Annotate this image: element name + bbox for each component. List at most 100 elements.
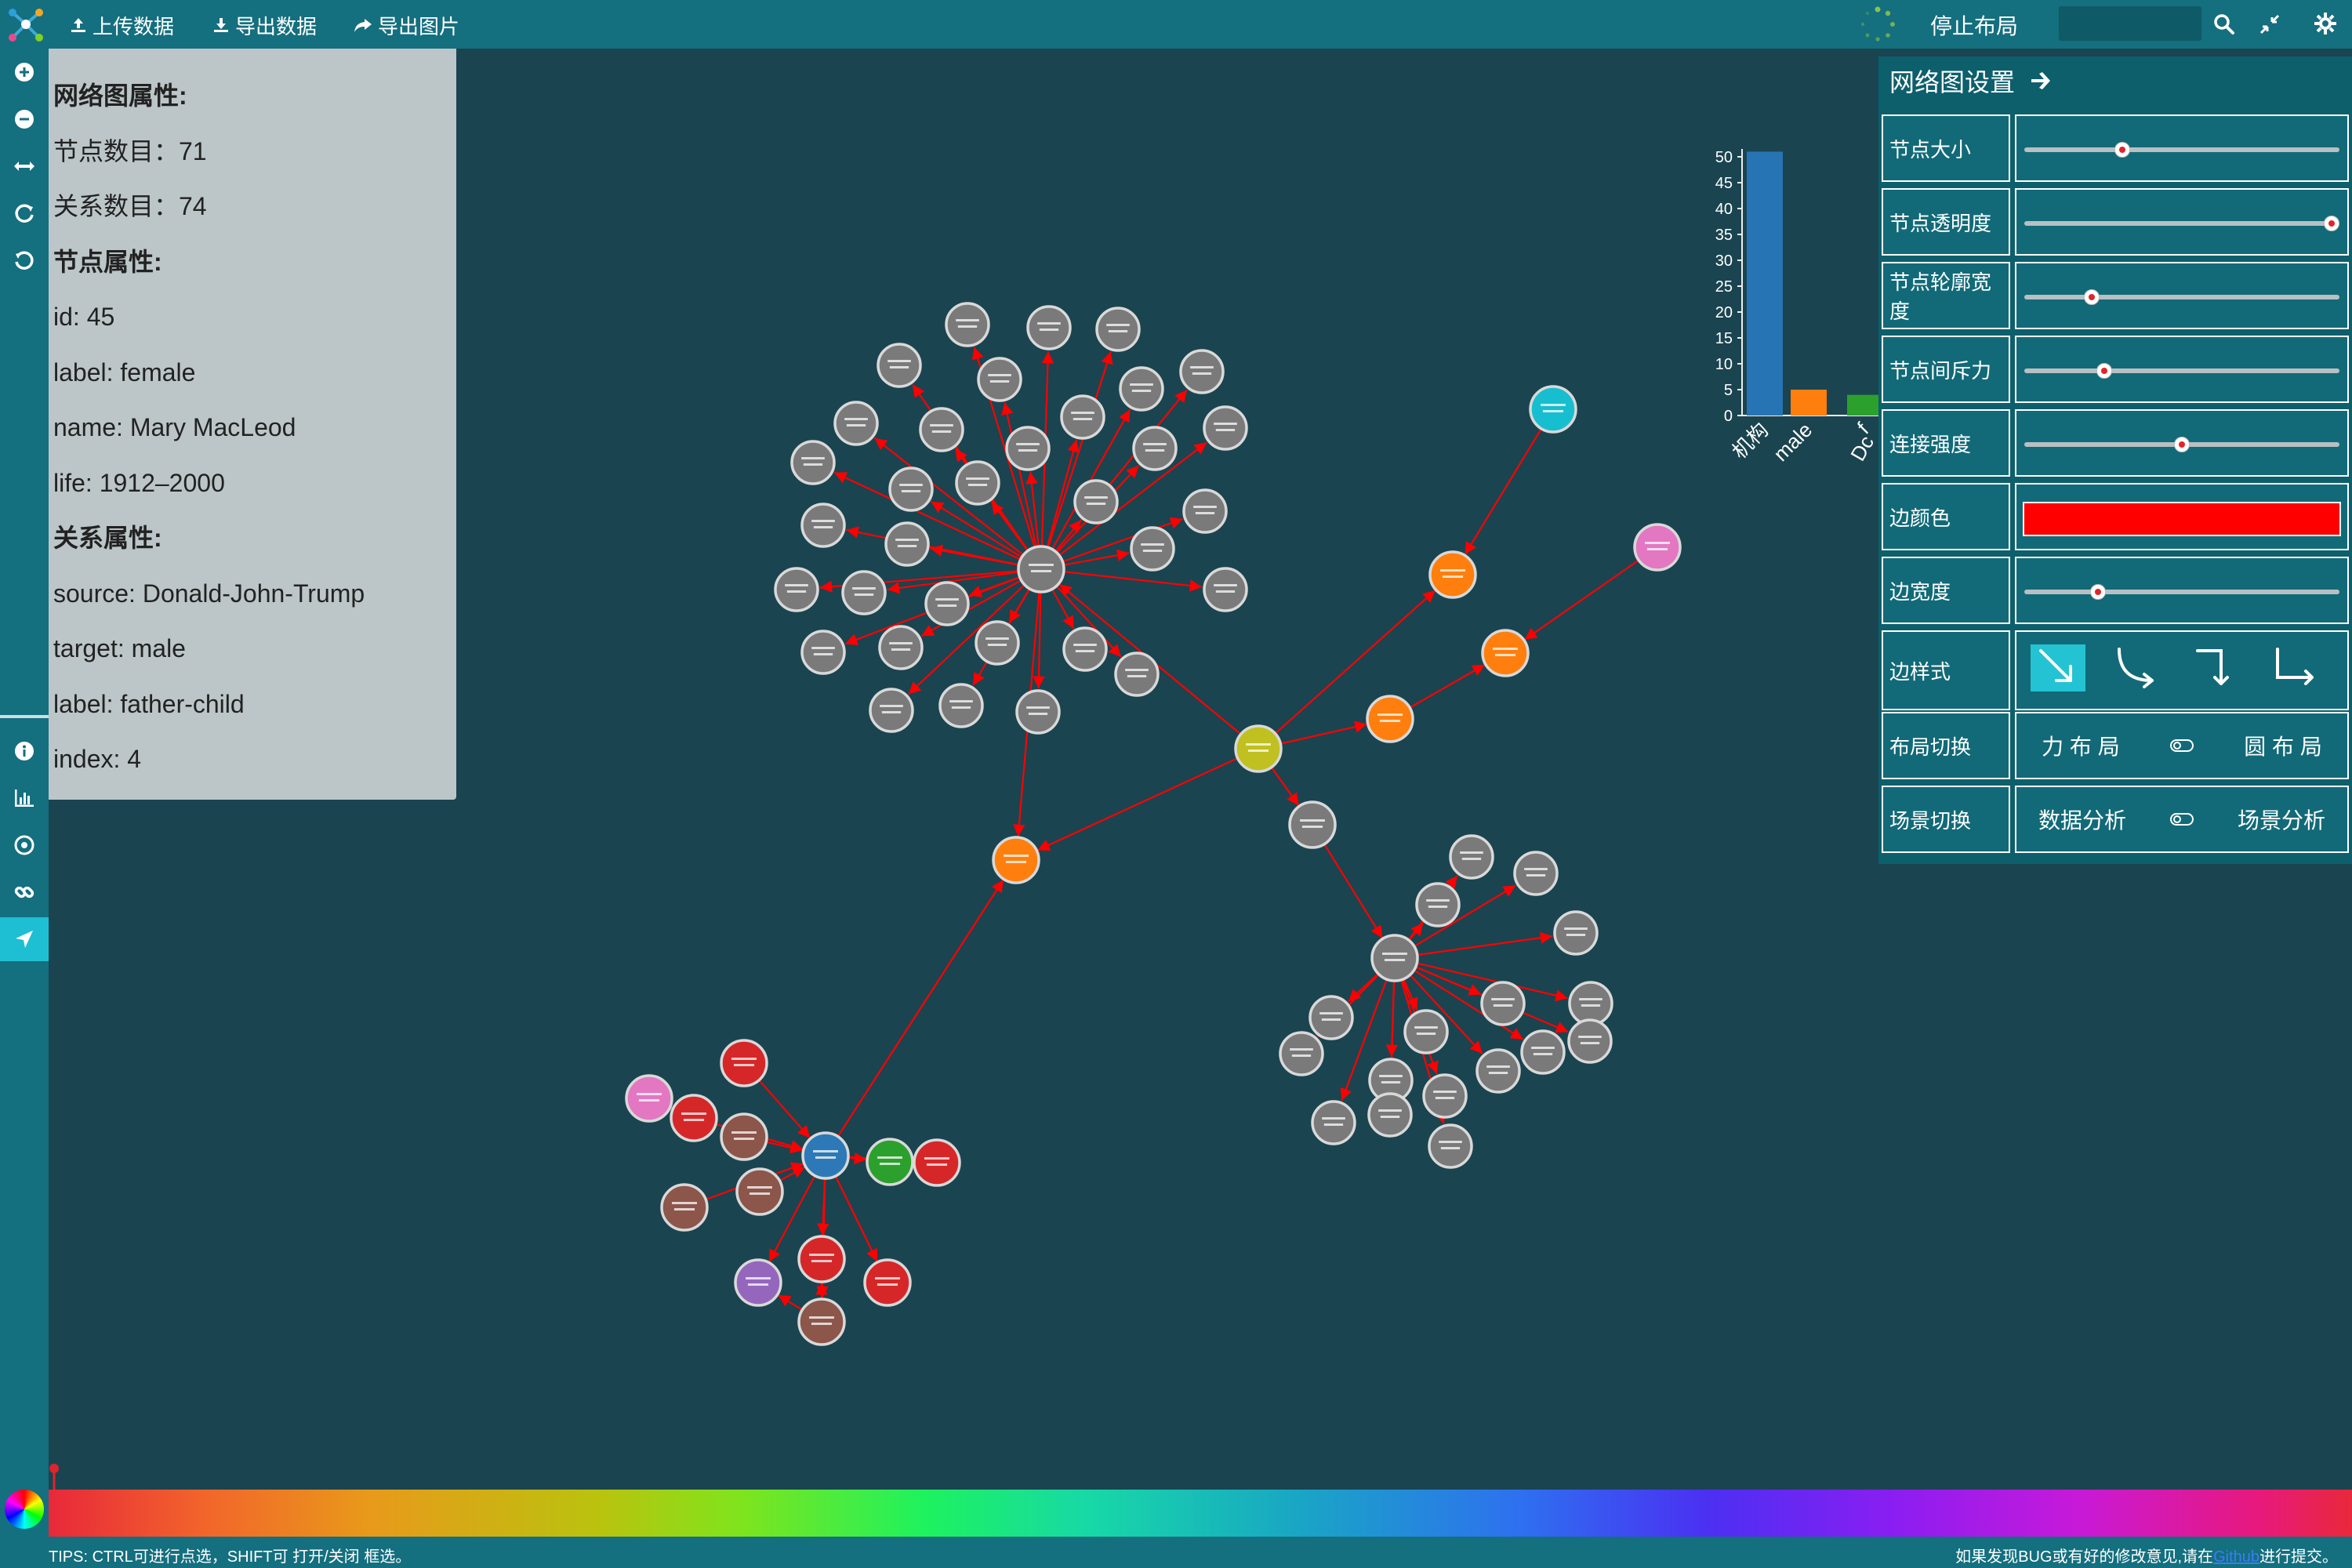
department-node[interactable] [1568,981,1613,1026]
graph-edge[interactable] [837,879,1004,1137]
zoom-out-button[interactable] [0,97,49,141]
slider-track[interactable] [2024,147,2339,152]
arrow-right-icon[interactable] [2029,69,2053,93]
graph-edge[interactable] [1033,592,1045,689]
graph-edge[interactable] [1036,757,1238,851]
slider-knob[interactable] [2174,437,2190,452]
graph-edge[interactable] [779,1166,806,1181]
github-link[interactable]: Github [2213,1548,2259,1566]
graph-node-eric[interactable] [797,1235,846,1283]
agency-node[interactable] [924,581,970,626]
agency-node[interactable] [938,683,984,728]
graph-edge[interactable] [1064,549,1130,566]
graph-edge[interactable] [1410,663,1486,709]
toggle-row[interactable]: 数据分析 场景分析 [2016,787,2347,851]
search-input[interactable] [2059,6,2201,41]
agency-node[interactable] [1203,405,1248,451]
export-image-button[interactable]: 导出图片 [353,8,459,42]
agency-node[interactable] [1182,488,1228,534]
department-node[interactable] [1308,995,1354,1040]
node-target-button[interactable] [0,823,49,867]
graph-node-pink-left[interactable] [625,1074,673,1123]
bar[interactable] [1747,151,1783,416]
agency-node[interactable] [919,407,964,452]
agency-node[interactable] [888,466,934,512]
graph-node-ivanka[interactable] [734,1258,782,1307]
palette-marker[interactable] [49,1463,60,1490]
agency-node[interactable] [1130,526,1175,572]
bar[interactable] [1791,390,1827,416]
toggle-right-label[interactable]: 场景分析 [2238,804,2325,835]
agency-node[interactable] [884,521,930,567]
agency-node[interactable] [1203,567,1248,612]
graph-node-mary[interactable] [660,1183,709,1232]
agency-node[interactable] [800,630,846,675]
slider-knob[interactable] [2090,584,2107,600]
toggle-left-label[interactable]: 数据分析 [2038,804,2126,835]
toggle-right-label[interactable]: 圆 布 局 [2244,730,2322,761]
department-node[interactable] [1403,1009,1449,1054]
agency-node[interactable] [1114,652,1160,697]
slider-knob[interactable] [2114,142,2130,158]
agency-node[interactable] [1015,689,1061,735]
agency-node[interactable] [1060,394,1105,440]
department-node[interactable] [1475,1048,1521,1094]
stop-layout-button[interactable]: 停止布局 [1930,8,2018,42]
graph-edge[interactable] [1281,720,1367,745]
graph-node-trump[interactable] [801,1131,850,1180]
graph-node-melania[interactable] [735,1167,784,1216]
department-node[interactable] [1520,1029,1566,1075]
statistics-button[interactable] [0,776,49,820]
agency-node[interactable] [878,625,924,670]
graph-node-us-congress[interactable] [992,836,1040,884]
agency-node[interactable] [945,302,990,347]
graph-node-ivana[interactable] [797,1298,846,1346]
slider-knob[interactable] [2096,363,2112,379]
compress-icon[interactable] [2258,13,2281,36]
color-wheel-icon[interactable] [5,1490,44,1529]
export-data-button[interactable]: 导出数据 [212,8,317,42]
zoom-in-button[interactable] [0,50,49,94]
graph-node-mike-pence[interactable] [1633,523,1682,572]
slider-track[interactable] [2024,295,2339,299]
graph-node-fed-court[interactable] [1481,629,1530,677]
refresh-button[interactable] [0,191,49,235]
edge-style-option[interactable] [2266,644,2321,691]
slider-track[interactable] [2024,221,2339,226]
agency-node[interactable] [800,503,846,548]
graph-edge[interactable] [759,1080,811,1139]
graph-node-central-agency[interactable] [1017,545,1065,593]
agency-node[interactable] [790,440,836,485]
slider-knob[interactable] [2084,289,2100,305]
slider-track[interactable] [2024,368,2339,373]
edge-style-option[interactable] [2109,644,2164,691]
agency-node[interactable] [1119,366,1164,412]
edge-style-option[interactable] [2187,644,2242,691]
slider-track[interactable] [2024,590,2339,594]
undo-button[interactable] [0,238,49,282]
toggle-row[interactable]: 力 布 局圆 布 局 [2016,713,2347,778]
graph-edge[interactable] [1064,571,1203,592]
edge-color-swatch[interactable] [2023,502,2341,536]
graph-edge[interactable] [1271,767,1300,807]
upload-data-button[interactable]: 上传数据 [69,8,174,42]
graph-node-us-gov[interactable] [1234,724,1283,773]
department-node[interactable] [1415,882,1461,927]
agency-node[interactable] [877,343,922,388]
color-palette-bar[interactable] [49,1490,2352,1537]
graph-node-barron[interactable] [720,1039,768,1087]
info-panel-button[interactable] [0,729,49,773]
agency-node[interactable] [841,570,887,615]
graph-edge[interactable] [1464,429,1542,555]
gear-icon[interactable] [2313,11,2338,36]
graph-node-white-house[interactable] [1366,695,1414,743]
app-logo-icon[interactable] [6,5,45,44]
agency-node[interactable] [774,567,819,612]
department-node[interactable] [1428,1123,1473,1169]
agency-node[interactable] [1095,307,1141,352]
fit-width-button[interactable] [0,144,49,188]
graph-edge[interactable] [1417,931,1553,956]
graph-node-cabinet[interactable] [1288,800,1337,849]
agency-node[interactable] [869,688,914,733]
agency-node[interactable] [955,460,1000,506]
